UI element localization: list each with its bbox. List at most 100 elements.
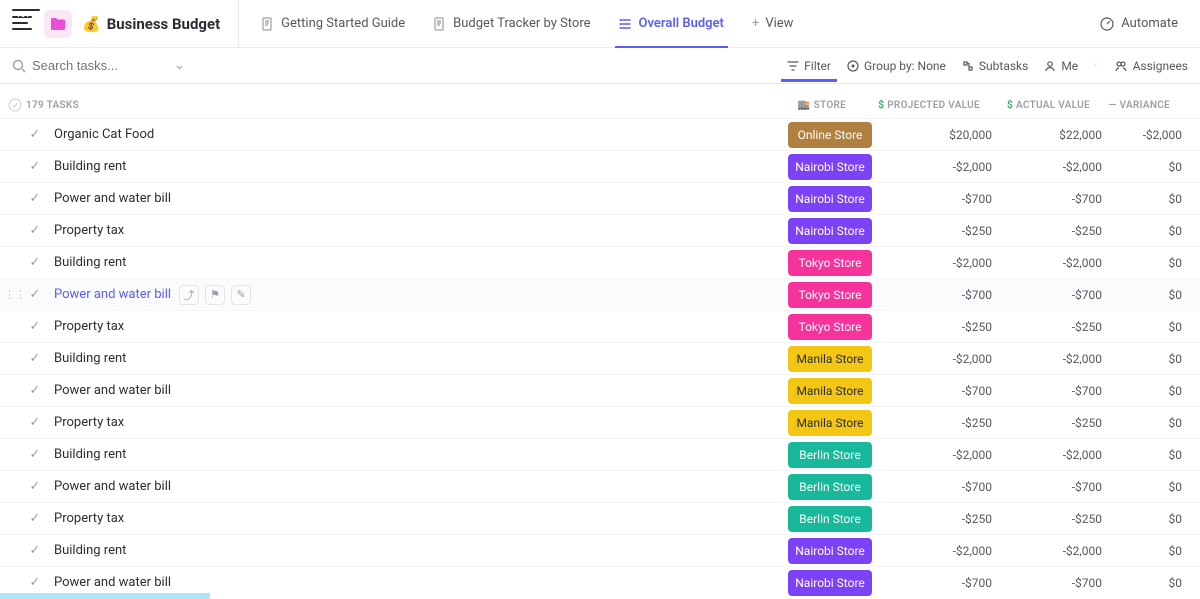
filter-button[interactable]: Filter [787, 59, 831, 73]
table-row[interactable]: ⋮⋮✓Power and water bill⤴⚑✎Tokyo Store-$7… [0, 278, 1200, 310]
variance-value[interactable]: $0 [1112, 576, 1200, 590]
check-icon[interactable]: ✓ [24, 319, 46, 334]
projected-value[interactable]: -$2,000 [880, 544, 1002, 558]
check-icon[interactable]: ✓ [24, 127, 46, 142]
store-badge[interactable]: Tokyo Store [788, 282, 872, 308]
projected-value[interactable]: -$700 [880, 576, 1002, 590]
store-badge[interactable]: Berlin Store [788, 474, 872, 500]
menu-icon[interactable]: 101 [12, 16, 34, 32]
actual-value[interactable]: $22,000 [1002, 128, 1112, 142]
actual-value[interactable]: -$250 [1002, 512, 1112, 526]
variance-value[interactable]: $0 [1112, 384, 1200, 398]
actual-value[interactable]: -$2,000 [1002, 160, 1112, 174]
actual-value[interactable]: -$250 [1002, 416, 1112, 430]
edit-icon[interactable]: ✎ [231, 285, 251, 305]
actual-value[interactable]: -$2,000 [1002, 448, 1112, 462]
actual-value[interactable]: -$2,000 [1002, 544, 1112, 558]
actual-value[interactable]: -$250 [1002, 320, 1112, 334]
table-row[interactable]: ✓Building rentManila Store-$2,000-$2,000… [0, 342, 1200, 374]
table-row[interactable]: ✓Property taxManila Store-$250-$250$0 [0, 406, 1200, 438]
store-badge[interactable]: Nairobi Store [788, 154, 872, 180]
store-badge[interactable]: Nairobi Store [788, 218, 872, 244]
table-row[interactable]: ✓Building rentTokyo Store-$2,000-$2,000$… [0, 246, 1200, 278]
task-name[interactable]: Building rent [46, 543, 788, 558]
projected-value[interactable]: -$250 [880, 224, 1002, 238]
table-row[interactable]: ✓Property taxNairobi Store-$250-$250$0 [0, 214, 1200, 246]
variance-value[interactable]: $0 [1112, 256, 1200, 270]
store-badge[interactable]: Berlin Store [788, 442, 872, 468]
actual-value[interactable]: -$700 [1002, 288, 1112, 302]
check-icon[interactable]: ✓ [24, 575, 46, 590]
store-badge[interactable]: Manila Store [788, 410, 872, 436]
check-icon[interactable]: ✓ [24, 511, 46, 526]
task-name[interactable]: Power and water bill⤴⚑✎ [46, 285, 788, 305]
task-name[interactable]: Power and water bill [46, 191, 788, 206]
tab-getting-started[interactable]: Getting Started Guide [249, 0, 417, 47]
folder-icon[interactable] [44, 10, 72, 38]
task-name[interactable]: Property tax [46, 223, 788, 238]
projected-value[interactable]: -$700 [880, 480, 1002, 494]
task-name[interactable]: Building rent [46, 255, 788, 270]
check-icon[interactable]: ✓ [24, 287, 46, 302]
task-name[interactable]: Property tax [46, 415, 788, 430]
me-button[interactable]: Me [1044, 59, 1078, 73]
table-row[interactable]: ✓Power and water billNairobi Store-$700-… [0, 182, 1200, 214]
projected-value[interactable]: -$700 [880, 288, 1002, 302]
group-button[interactable]: Group by: None [847, 59, 946, 73]
variance-value[interactable]: $0 [1112, 512, 1200, 526]
task-name[interactable]: Building rent [46, 351, 788, 366]
row-drag-handle[interactable]: ⋮⋮ [4, 288, 26, 301]
check-icon[interactable]: ✓ [24, 447, 46, 462]
store-badge[interactable]: Nairobi Store [788, 538, 872, 564]
task-name[interactable]: Building rent [46, 159, 788, 174]
task-name[interactable]: Power and water bill [46, 383, 788, 398]
table-row[interactable]: ✓Building rentBerlin Store -$2,000-$2,000… [0, 438, 1200, 470]
store-badge[interactable]: Tokyo Store [788, 314, 872, 340]
actual-value[interactable]: -$700 [1002, 192, 1112, 206]
projected-value[interactable]: -$2,000 [880, 256, 1002, 270]
actual-value[interactable]: -$2,000 [1002, 352, 1112, 366]
projected-value[interactable]: $20,000 [880, 128, 1002, 142]
search-input-wrap[interactable]: ⌄ [12, 58, 185, 73]
automate-button[interactable]: Automate [1089, 12, 1188, 36]
tag-icon[interactable]: ⚑ [205, 285, 225, 305]
variance-value[interactable]: $0 [1112, 416, 1200, 430]
task-name[interactable]: Power and water bill [46, 575, 788, 590]
tab-overall-budget[interactable]: Overall Budget [607, 0, 736, 47]
check-icon[interactable]: ✓ [24, 479, 46, 494]
variance-value[interactable]: $0 [1112, 480, 1200, 494]
task-name[interactable]: Organic Cat Food [46, 127, 788, 142]
assignees-button[interactable]: Assignees [1114, 59, 1188, 73]
store-badge[interactable]: Manila Store [788, 346, 872, 372]
variance-value[interactable]: $0 [1112, 544, 1200, 558]
tab-budget-tracker[interactable]: Budget Tracker by Store [421, 0, 602, 47]
actual-value[interactable]: -$2,000 [1002, 256, 1112, 270]
check-icon[interactable]: ✓ [24, 191, 46, 206]
table-row[interactable]: ✓Power and water billManila Store-$700-$… [0, 374, 1200, 406]
store-badge[interactable]: Online Store [788, 122, 872, 148]
variance-value[interactable]: $0 [1112, 320, 1200, 334]
store-badge[interactable]: Nairobi Store [788, 570, 872, 596]
variance-value[interactable]: $0 [1112, 160, 1200, 174]
check-icon[interactable]: ✓ [24, 415, 46, 430]
task-name[interactable]: Building rent [46, 447, 788, 462]
variance-value[interactable]: $0 [1112, 224, 1200, 238]
table-row[interactable]: ✓Organic Cat FoodOnline Store $20,000$22,… [0, 118, 1200, 150]
table-row[interactable]: ✓Building rentNairobi Store-$2,000-$2,00… [0, 150, 1200, 182]
table-row[interactable]: ✓Building rentNairobi Store-$2,000-$2,00… [0, 534, 1200, 566]
projected-value[interactable]: -$250 [880, 416, 1002, 430]
actual-value[interactable]: -$700 [1002, 384, 1112, 398]
table-row[interactable]: ✓Property taxBerlin Store-$250-$250$0 [0, 502, 1200, 534]
task-name[interactable]: Property tax [46, 511, 788, 526]
subtasks-button[interactable]: Subtasks [962, 59, 1028, 73]
projected-value[interactable]: -$250 [880, 512, 1002, 526]
task-name[interactable]: Power and water bill [46, 479, 788, 494]
tab-add-view[interactable]: + View [740, 0, 806, 47]
projected-value[interactable]: -$2,000 [880, 448, 1002, 462]
variance-value[interactable]: $0 [1112, 352, 1200, 366]
variance-value[interactable]: $0 [1112, 288, 1200, 302]
store-badge[interactable]: Tokyo Store [788, 250, 872, 276]
projected-value[interactable]: -$2,000 [880, 160, 1002, 174]
subtask-icon[interactable]: ⤴ [179, 285, 199, 305]
store-badge[interactable]: Nairobi Store [788, 186, 872, 212]
